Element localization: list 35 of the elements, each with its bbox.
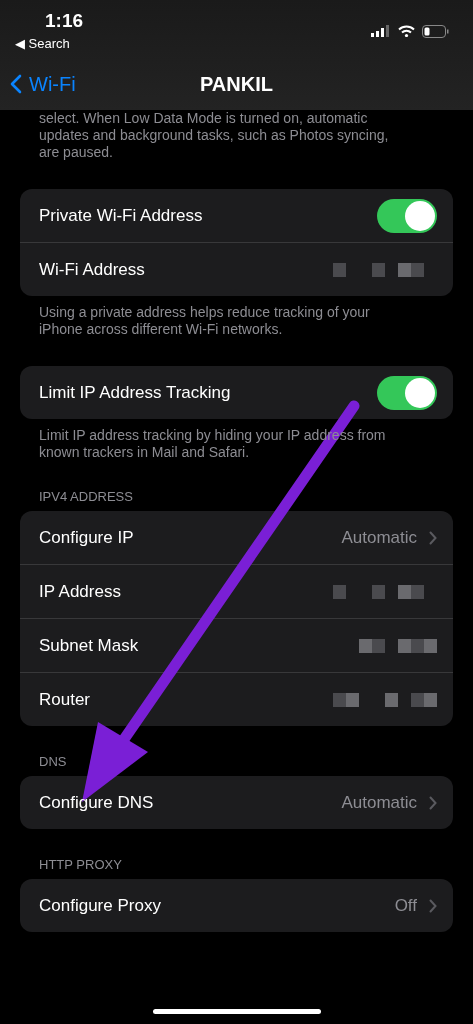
row-label: Configure DNS — [39, 792, 155, 813]
footer-text: are paused. — [39, 144, 114, 161]
page-title: PANKIL — [200, 72, 273, 96]
chevron-right-icon — [429, 530, 437, 545]
chevron-right-icon — [429, 795, 437, 810]
row-label: Configure IP — [39, 527, 135, 548]
back-button[interactable]: Wi-Fi — [10, 72, 76, 96]
section-header: IPV4 ADDRESS — [38, 489, 134, 506]
row-label: IP Address — [39, 581, 122, 602]
row-value: Automatic — [341, 792, 417, 813]
row-label: Limit IP Address Tracking — [39, 382, 232, 403]
settings-row[interactable]: Configure IP Automatic — [20, 511, 453, 564]
row-label: Wi-Fi Address — [39, 259, 146, 280]
footer-text: updates and background tasks, such as Photos syncing, — [39, 127, 390, 144]
row-label: Configure Proxy — [39, 895, 162, 916]
section-header: HTTP PROXY — [38, 857, 123, 874]
section-header: DNS — [38, 754, 68, 771]
signal-icon — [371, 25, 391, 37]
chevron-right-icon — [429, 898, 437, 913]
row-label: Private Wi-Fi Address — [39, 205, 204, 226]
toggle-switch[interactable] — [377, 375, 437, 410]
row-label: Subnet Mask — [39, 635, 140, 656]
toggle-switch[interactable] — [377, 198, 437, 233]
status-time: 1:16 — [44, 10, 84, 32]
chevron-left-icon — [10, 74, 22, 94]
footer-text: Using a private address helps reduce tracking of your iPhone across different Wi-Fi networks. — [38, 303, 371, 338]
footer-text: select. When Low Data Mode is turned on, automatic — [39, 110, 369, 127]
battery-icon — [422, 24, 449, 38]
row-value: Off — [394, 895, 417, 916]
row-label: Router — [39, 689, 92, 710]
row-value: Automatic — [341, 527, 417, 548]
settings-row[interactable]: Configure Proxy Off — [20, 879, 453, 932]
settings-row[interactable]: Configure DNS Automatic — [20, 776, 453, 829]
back-to-app-link[interactable]: ◀ Search — [15, 36, 84, 51]
wifi-icon — [398, 25, 415, 37]
